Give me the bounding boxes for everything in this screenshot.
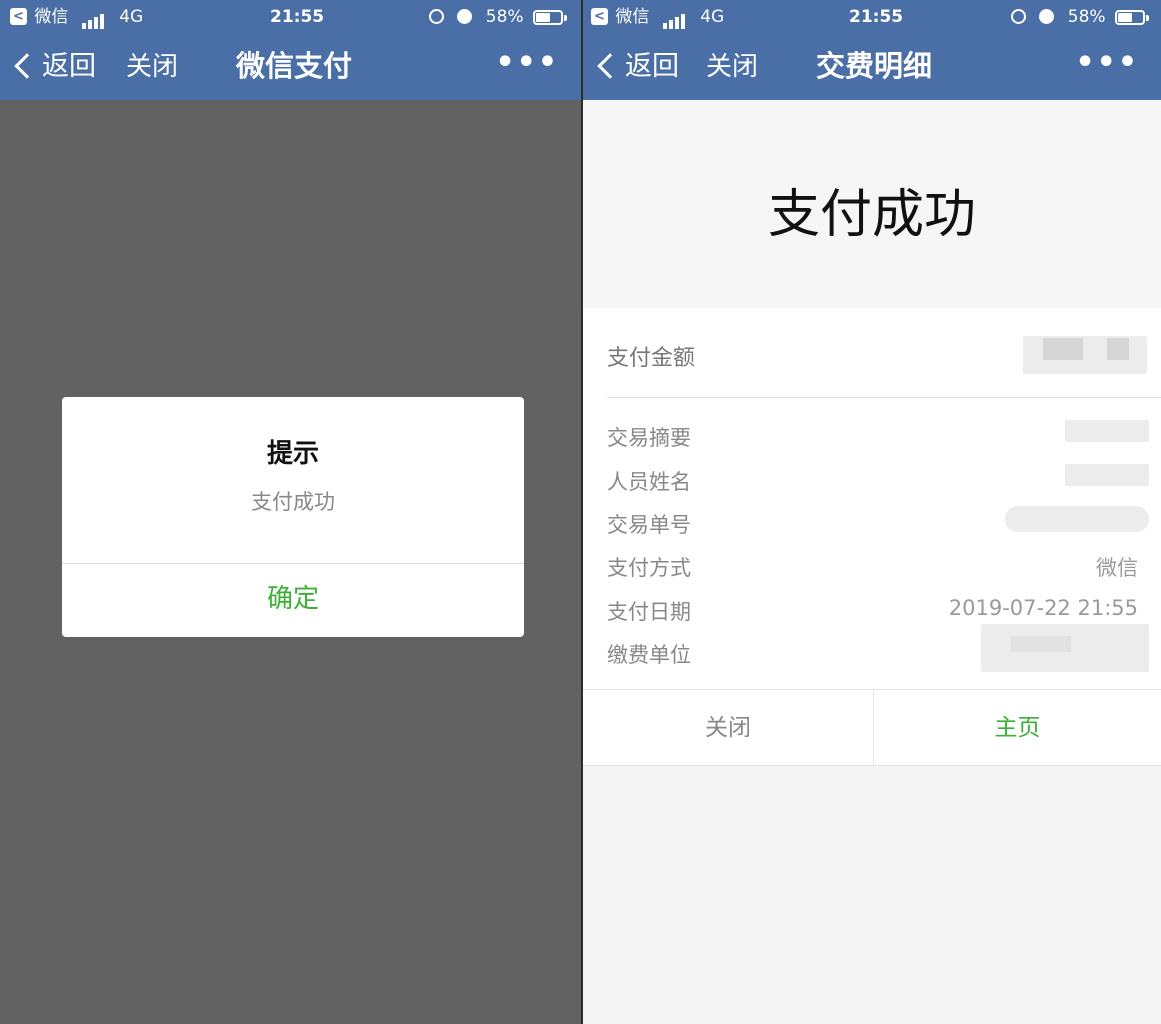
payment-detail-card: 支付金额 交易摘要 人员姓名 交易单号 支付方式 微信 支付日期 2019-07… <box>583 308 1161 766</box>
phone-wechat-pay: < 微信 4G 21:55 58% 返回 关闭 微信支付 ••• 提示 支付成功… <box>0 0 581 1024</box>
close-page-button[interactable]: 关闭 <box>583 690 873 766</box>
alert-dialog: 提示 支付成功 确定 <box>62 397 524 637</box>
battery-percent: 58% <box>1067 7 1106 27</box>
chevron-left-icon <box>14 52 40 79</box>
carrier-label: 微信 <box>34 7 69 27</box>
payment-status: 支付成功 <box>767 185 976 245</box>
back-button[interactable]: 返回 <box>14 50 96 84</box>
back-button[interactable]: 返回 <box>597 50 679 84</box>
back-label: 返回 <box>625 51 679 82</box>
summary-value-redacted <box>1065 420 1149 442</box>
close-button[interactable]: 关闭 <box>706 50 758 84</box>
back-badge-icon[interactable]: < <box>591 8 608 25</box>
phone-payment-details: < 微信 4G 21:55 58% 返回 关闭 交费明细 ••• 支付成功 支付… <box>583 0 1161 1024</box>
signal-icon <box>662 9 687 29</box>
nav-bar: 返回 关闭 交费明细 ••• <box>583 34 1161 100</box>
status-bar: < 微信 4G 21:55 58% <box>0 0 581 34</box>
battery-icon <box>1115 10 1149 25</box>
status-bar: < 微信 4G 21:55 58% <box>583 0 1161 34</box>
payee-value-redacted <box>981 624 1149 672</box>
row-label-summary: 交易摘要 <box>607 426 691 450</box>
pay-date-value: 2019-07-22 21:55 <box>948 596 1138 620</box>
row-label-order-no: 交易单号 <box>607 513 691 537</box>
battery-icon <box>533 10 567 25</box>
rotation-lock-icon <box>1010 9 1026 24</box>
confirm-button[interactable]: 确定 <box>62 564 524 637</box>
page-title: 交费明细 <box>816 49 933 83</box>
signal-icon <box>81 9 106 29</box>
network-label: 4G <box>119 7 144 27</box>
section-divider <box>607 397 1161 398</box>
carrier-label: 微信 <box>615 7 650 27</box>
nav-bar: 返回 关闭 微信支付 ••• <box>0 34 581 100</box>
amount-label: 支付金额 <box>607 346 696 371</box>
order-no-value-redacted <box>1005 506 1149 532</box>
amount-value-redacted <box>1023 336 1147 374</box>
result-header: 支付成功 <box>583 100 1161 308</box>
close-button[interactable]: 关闭 <box>126 50 178 84</box>
pay-method-value: 微信 <box>1096 556 1138 580</box>
action-bar: 关闭 主页 <box>583 689 1161 766</box>
dialog-title: 提示 <box>266 439 319 469</box>
row-label-name: 人员姓名 <box>607 470 691 494</box>
network-label: 4G <box>700 7 725 27</box>
clock: 21:55 <box>270 7 325 27</box>
more-icon[interactable]: ••• <box>495 48 559 78</box>
more-icon[interactable]: ••• <box>1075 48 1139 78</box>
name-value-redacted <box>1065 464 1149 486</box>
clock: 21:55 <box>849 7 904 27</box>
home-button[interactable]: 主页 <box>874 690 1161 766</box>
battery-percent: 58% <box>485 7 524 27</box>
chevron-left-icon <box>597 52 623 79</box>
back-label: 返回 <box>42 51 96 82</box>
alarm-icon <box>457 9 473 24</box>
page-title: 微信支付 <box>236 49 353 83</box>
rotation-lock-icon <box>428 9 444 24</box>
row-label-pay-method: 支付方式 <box>607 556 691 580</box>
row-label-payee: 缴费单位 <box>607 643 691 667</box>
alarm-icon <box>1039 9 1055 24</box>
row-label-pay-date: 支付日期 <box>607 600 691 624</box>
back-badge-icon[interactable]: < <box>10 8 27 25</box>
dialog-message: 支付成功 <box>251 490 335 514</box>
